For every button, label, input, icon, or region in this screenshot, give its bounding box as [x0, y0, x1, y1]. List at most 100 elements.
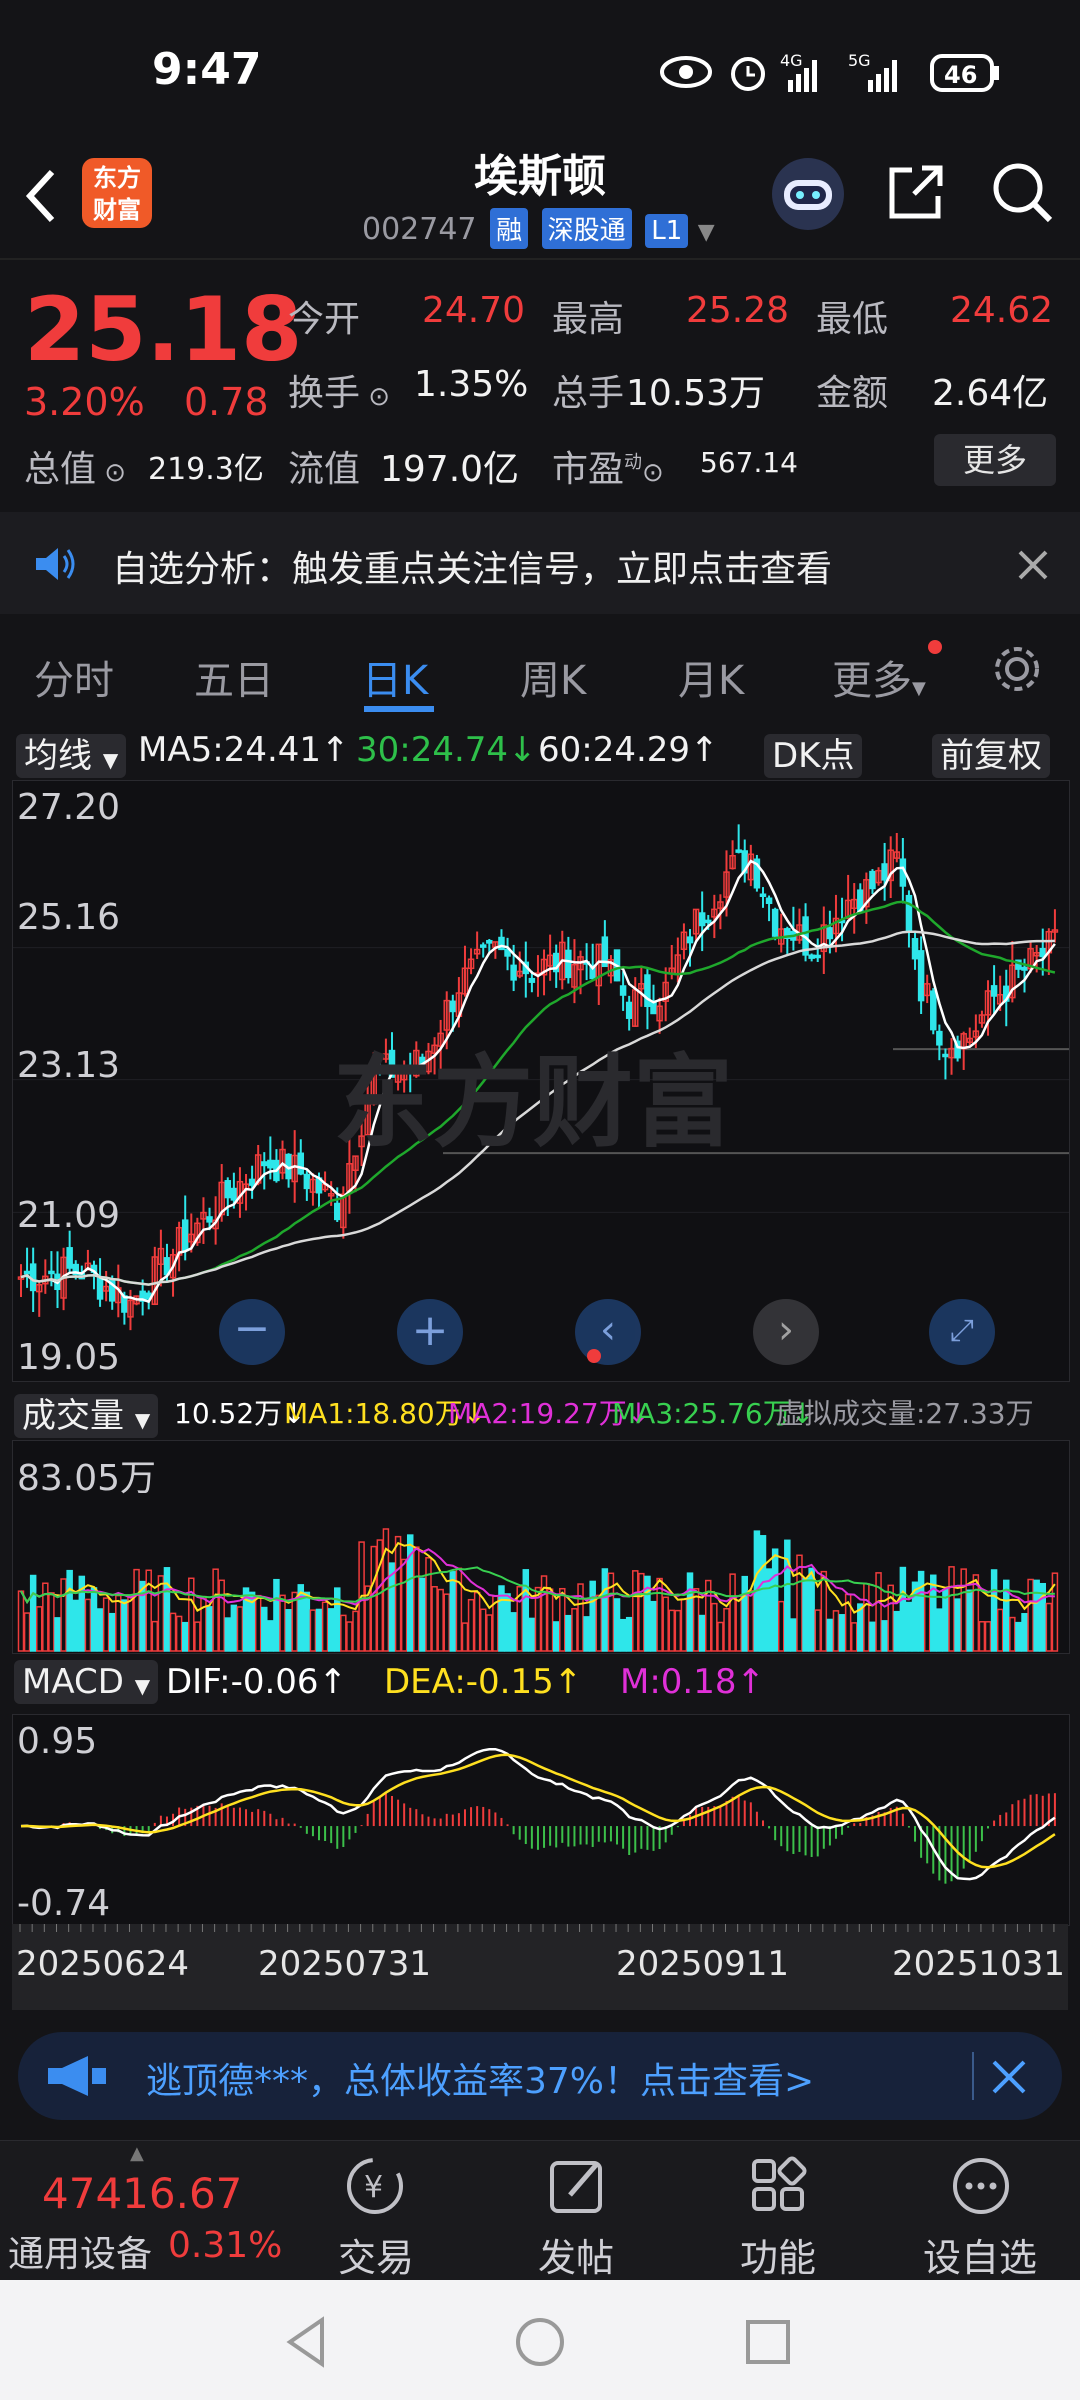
volume-bar [218, 1579, 225, 1652]
notice-text: 自选分析：触发重点关注信号，立即点击查看 [112, 549, 833, 590]
kline-candle [267, 1159, 274, 1169]
turnover-label: 换手 ⊙ [288, 373, 391, 414]
home-circle-icon[interactable] [514, 2316, 566, 2368]
scroll-right-button[interactable]: › [753, 1299, 819, 1365]
volume-bar [419, 1577, 426, 1652]
ma5-label: MA5:24.41↑ [138, 730, 350, 770]
kline-chart[interactable]: 东方财富 27.20 25.16 23.13 21.09 19.05 − + ‹… [12, 780, 1070, 1382]
volume-bar [686, 1572, 694, 1652]
notice-bar[interactable]: 自选分析：触发重点关注信号，立即点击查看 [0, 512, 1080, 614]
index-name[interactable]: 通用设备 [8, 2225, 152, 2277]
speaker-icon [36, 548, 75, 580]
kline-candle [698, 912, 706, 927]
volume-bar [376, 1539, 384, 1652]
volume-bar [899, 1566, 907, 1652]
volume-bar [984, 1621, 992, 1652]
volume-bar [115, 1594, 122, 1652]
chevron-down-icon[interactable]: ▼ [698, 220, 715, 245]
volume-bar [632, 1570, 639, 1652]
volume-bar [261, 1606, 268, 1652]
share-icon[interactable] [884, 160, 948, 224]
kline-candle [942, 1053, 949, 1058]
scroll-left-button[interactable]: ‹ [575, 1299, 641, 1365]
kline-candle [808, 954, 815, 959]
more-button[interactable]: 更多 [934, 434, 1056, 486]
date-label-3: 20250911 [616, 1944, 790, 1984]
kline-candle [303, 1173, 311, 1190]
pe-label: 市盈动⊙ [552, 449, 664, 490]
volume-chart[interactable]: 83.05万 [12, 1440, 1070, 1654]
volume-bar [224, 1617, 232, 1652]
macd-selector[interactable]: MACD ▼ [14, 1660, 159, 1704]
open-value: 24.70 [422, 290, 526, 331]
fullscreen-icon[interactable]: ⤢ [929, 1299, 995, 1365]
tab-monthly-k[interactable]: 月K [678, 648, 744, 706]
volume-bar [571, 1608, 578, 1652]
zoom-in-button[interactable]: + [397, 1299, 463, 1365]
robot-assistant-icon[interactable] [770, 156, 846, 232]
tab-more[interactable]: 更多▼ [832, 648, 926, 706]
search-icon[interactable] [990, 160, 1054, 224]
nav-functions[interactable]: 功能 [698, 2227, 858, 2282]
close-icon[interactable] [1016, 548, 1050, 582]
back-triangle-icon[interactable] [282, 2316, 332, 2368]
volume-bar [352, 1610, 359, 1652]
promo-banner[interactable]: 逃顶德***，总体收益率37%！点击查看> [18, 2032, 1062, 2120]
index-pct[interactable]: 0.31% [168, 2225, 282, 2266]
volume-bar [200, 1595, 207, 1652]
volume-bar [942, 1588, 949, 1652]
volume-bar [875, 1572, 882, 1652]
volume-bar [589, 1580, 596, 1652]
dk-point-button[interactable]: DK点 [764, 728, 863, 778]
kline-candle [735, 849, 742, 853]
nav-trade[interactable]: 交易 [296, 2227, 456, 2282]
volume-bar [832, 1610, 840, 1652]
volume-bar [784, 1539, 791, 1652]
zoom-out-button[interactable]: − [219, 1299, 285, 1365]
date-ticks [19, 1924, 1055, 1932]
volume-bar [35, 1606, 43, 1652]
kline-candle [510, 964, 517, 981]
volume-bar [729, 1573, 736, 1652]
volume-bar [802, 1577, 809, 1652]
volume-bar [206, 1606, 213, 1652]
kline-candle [625, 1001, 633, 1019]
volume-bar [759, 1535, 767, 1652]
volume-bar [504, 1593, 511, 1652]
nav-set-watchlist[interactable]: 设自选 [900, 2227, 1060, 2282]
tab-weekly-k[interactable]: 周K [520, 648, 586, 706]
ma-selector[interactable]: 均线 ▼ [16, 728, 127, 778]
signal-icon [788, 60, 897, 92]
adjust-button[interactable]: 前复权 [932, 728, 1050, 778]
volume-bar [954, 1598, 961, 1652]
close-icon[interactable] [990, 2058, 1028, 2096]
volume-bar [66, 1569, 73, 1652]
ytick-1: 27.20 [17, 787, 121, 828]
recents-square-icon[interactable] [744, 2318, 792, 2366]
volume-bar [510, 1612, 517, 1652]
volume-bar [1021, 1613, 1028, 1652]
macd-dif: DIF:-0.06↑ [166, 1662, 348, 1702]
volume-bar [881, 1620, 888, 1652]
volume-bar [522, 1569, 530, 1652]
volume-value: 10.53万 [626, 373, 766, 414]
volume-bar [960, 1568, 967, 1652]
volume-bar [930, 1574, 937, 1652]
index-value[interactable]: 47416.67 [42, 2169, 242, 2218]
volume-bar [121, 1599, 128, 1652]
volume-bar [905, 1601, 913, 1652]
volume-selector[interactable]: 成交量 ▼ [14, 1388, 159, 1438]
volume-bar [850, 1622, 858, 1652]
tab-intraday[interactable]: 分时 [34, 648, 114, 706]
volume-bar [23, 1612, 31, 1652]
macd-chart[interactable]: 0.95 -0.74 [12, 1714, 1070, 1926]
tab-daily-k[interactable]: 日K [362, 648, 428, 706]
gear-icon[interactable] [990, 642, 1044, 696]
bottom-nav: ▲ 47416.67 通用设备 0.31% ¥ 交易 发帖 功能 设自选 [0, 2140, 1080, 2281]
volume-bar [893, 1610, 901, 1652]
volume-bar [108, 1612, 116, 1652]
promo-divider [972, 2052, 974, 2100]
nav-post[interactable]: 发帖 [496, 2227, 656, 2282]
volume-bar [279, 1594, 286, 1652]
tab-five-day[interactable]: 五日 [194, 648, 274, 706]
